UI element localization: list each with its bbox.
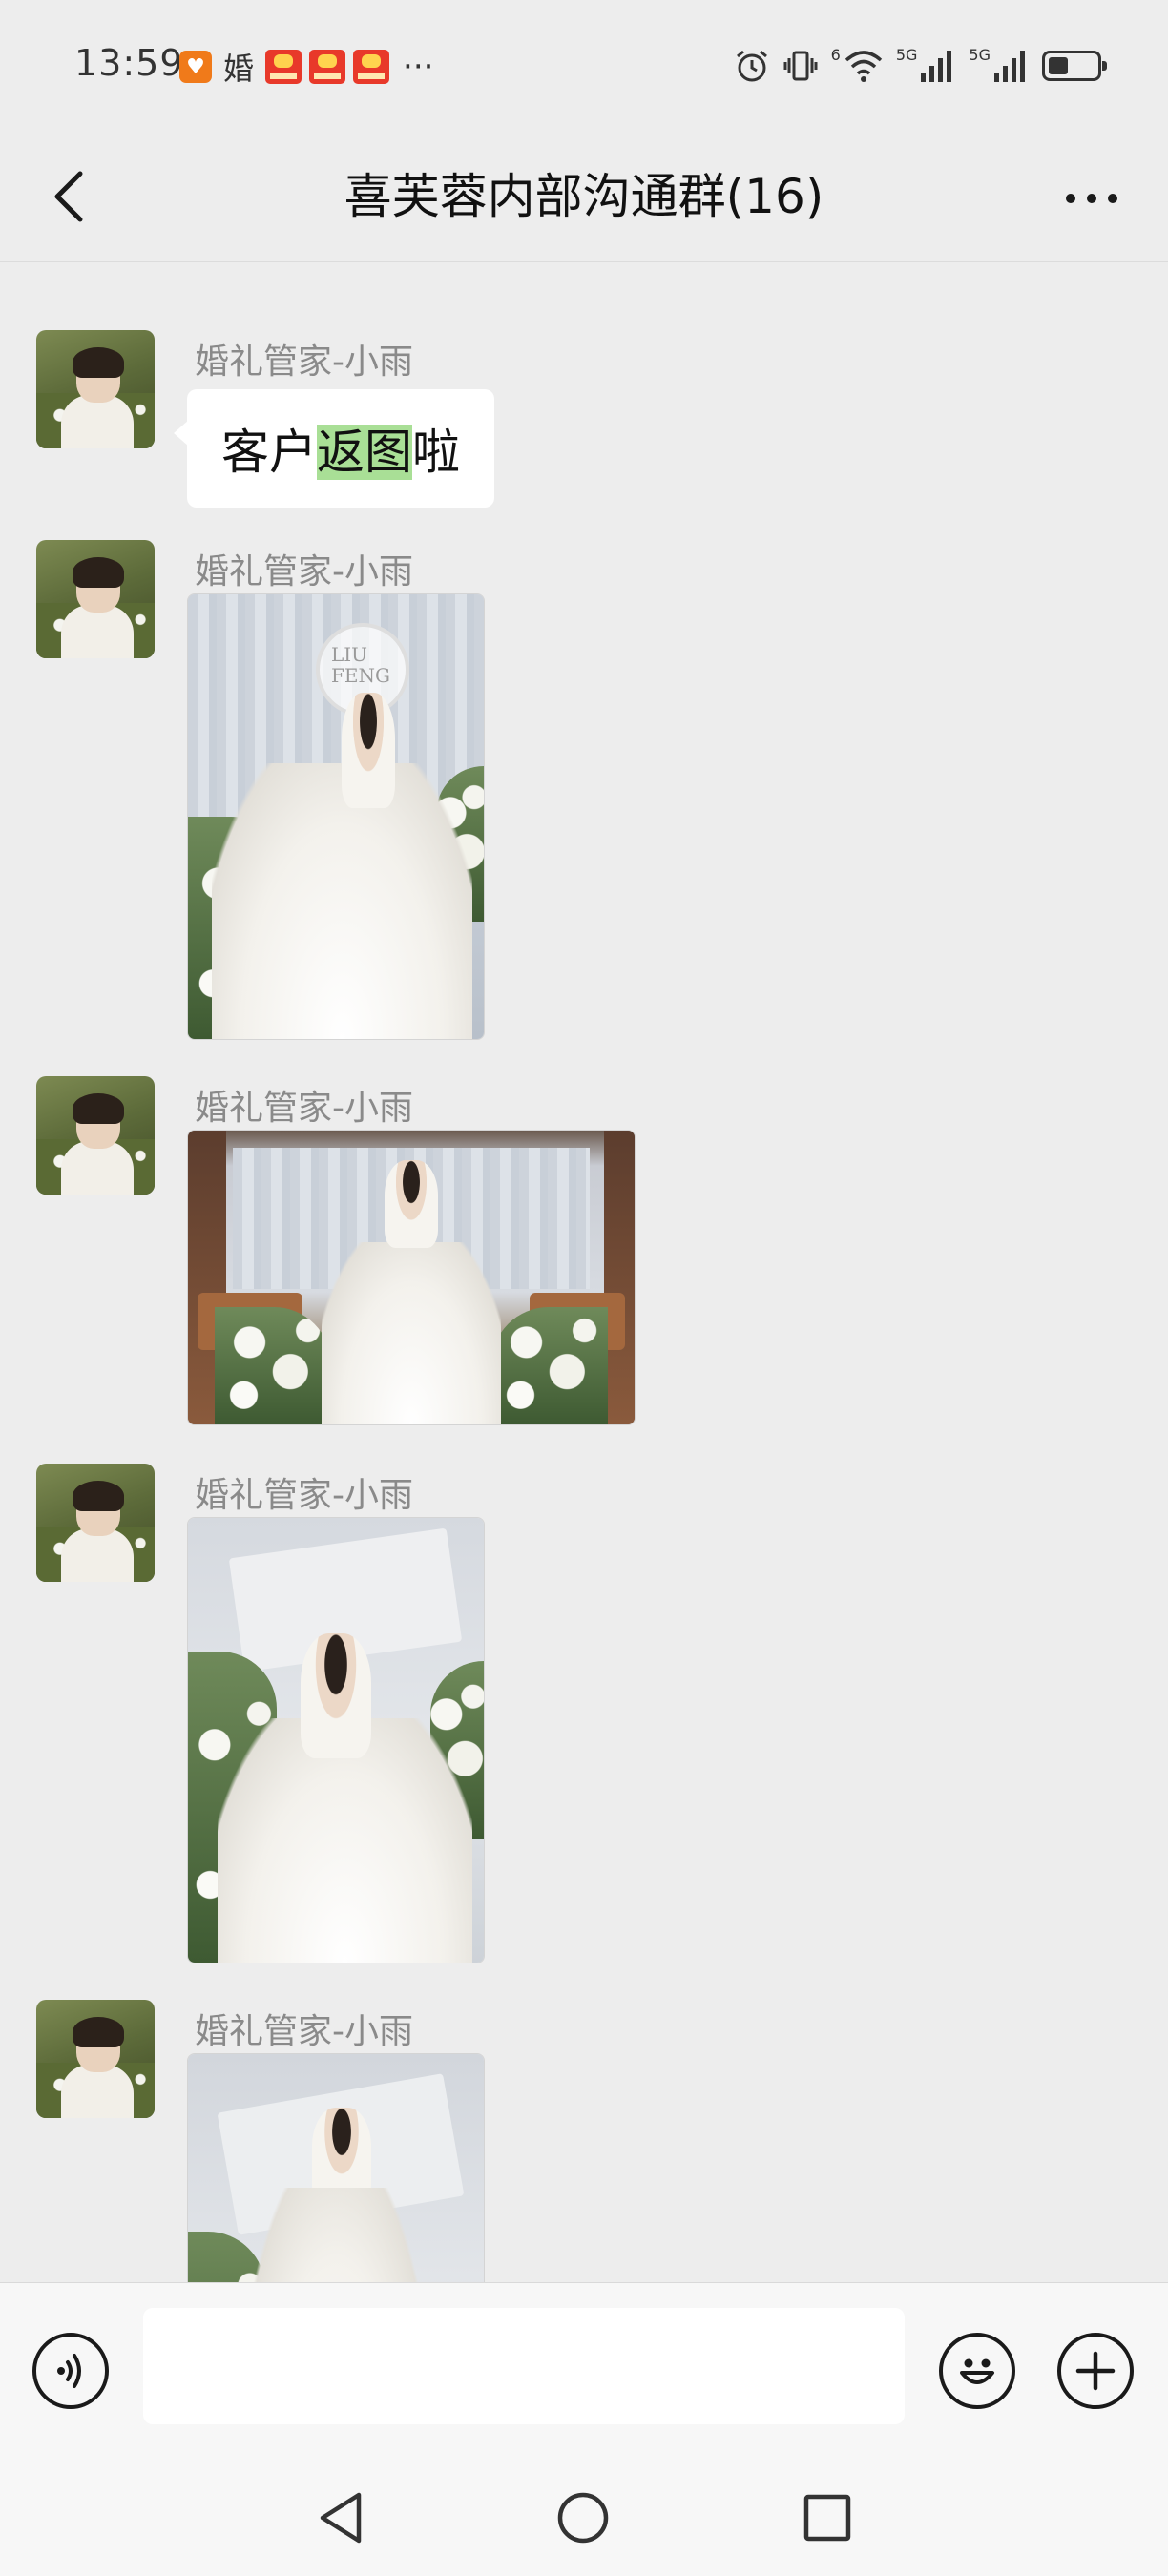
avatar[interactable] <box>36 1464 155 1582</box>
chat-message: 婚礼管家-小雨 <box>0 1076 1168 1429</box>
emoji-button[interactable] <box>939 2333 1015 2409</box>
sender-name: 婚礼管家-小雨 <box>195 2012 413 2051</box>
red-app-notification-icon <box>353 50 390 84</box>
more-dots-icon <box>1066 194 1117 203</box>
sender-name: 婚礼管家-小雨 <box>195 343 413 382</box>
wifi-icon <box>845 51 883 82</box>
more-notifications-indicator: ··· <box>403 48 434 86</box>
message-bubble[interactable]: 客户返图啦 <box>174 389 494 508</box>
voice-icon <box>57 2354 81 2388</box>
message-text: 客户 <box>221 425 317 480</box>
signal-icon <box>994 51 1025 82</box>
avatar[interactable] <box>36 330 155 448</box>
nav-recents-button[interactable] <box>794 2484 861 2551</box>
notification-text: 婚 <box>223 51 255 87</box>
chat-message: 婚礼管家-小雨 LIU FENG <box>0 540 1168 1046</box>
nav-recents-icon <box>803 2494 851 2542</box>
chat-title: 喜芙蓉内部沟通群(16) <box>344 169 824 224</box>
plus-icon <box>1075 2351 1116 2391</box>
emoji-icon <box>960 2358 994 2384</box>
chat-message: 婚礼管家-小雨 客户返图啦 <box>0 330 1168 511</box>
wifi-label: 6 <box>830 45 841 64</box>
avatar[interactable] <box>36 2000 155 2118</box>
avatar[interactable] <box>36 540 155 658</box>
network-type-label: 5G <box>969 45 991 64</box>
notification-icons: ♥ 婚 ··· <box>179 48 434 87</box>
chat-input-bar <box>0 2282 1168 2459</box>
message-image[interactable] <box>187 2053 485 2282</box>
message-image[interactable] <box>187 1517 485 1963</box>
sender-name: 婚礼管家-小雨 <box>195 1476 413 1515</box>
battery-level <box>1049 57 1068 74</box>
message-text: 啦 <box>412 425 460 480</box>
red-app-notification-icon <box>309 50 346 84</box>
highlighted-text: 返图 <box>317 425 412 480</box>
sender-name: 婚礼管家-小雨 <box>195 1089 413 1128</box>
battery-icon <box>1042 51 1107 81</box>
chat-message: 婚礼管家-小雨 <box>0 1464 1168 1969</box>
add-button[interactable] <box>1057 2333 1134 2409</box>
system-navigation-bar <box>0 2458 1168 2576</box>
status-time: 13:59 <box>74 42 184 84</box>
message-input[interactable] <box>143 2308 905 2424</box>
message-image[interactable] <box>187 1130 636 1425</box>
network-type-label: 5G <box>895 45 918 64</box>
red-app-notification-icon <box>265 50 302 84</box>
chat-message: 婚礼管家-小雨 <box>0 2000 1168 2282</box>
system-status-icons: 6 5G 5G <box>734 42 1107 90</box>
decor-sign-text: LIU FENG <box>331 643 390 687</box>
chat-header: 喜芙蓉内部沟通群(16) <box>0 134 1168 262</box>
nav-home-icon <box>557 2492 609 2544</box>
alarm-icon <box>736 50 767 82</box>
nav-back-icon <box>320 2492 362 2544</box>
sender-name: 婚礼管家-小雨 <box>195 552 413 592</box>
app-notification-icon: ♥ <box>179 51 212 83</box>
signal-icon <box>921 51 952 82</box>
message-image[interactable]: LIU FENG <box>187 593 485 1040</box>
nav-home-button[interactable] <box>550 2484 616 2551</box>
status-bar: 13:59 ♥ 婚 ··· 6 5G 5G <box>0 0 1168 134</box>
more-options-button[interactable] <box>1053 170 1130 227</box>
nav-back-button[interactable] <box>307 2484 374 2551</box>
voice-button[interactable] <box>32 2333 109 2409</box>
vibrate-icon <box>783 51 818 81</box>
avatar[interactable] <box>36 1076 155 1195</box>
